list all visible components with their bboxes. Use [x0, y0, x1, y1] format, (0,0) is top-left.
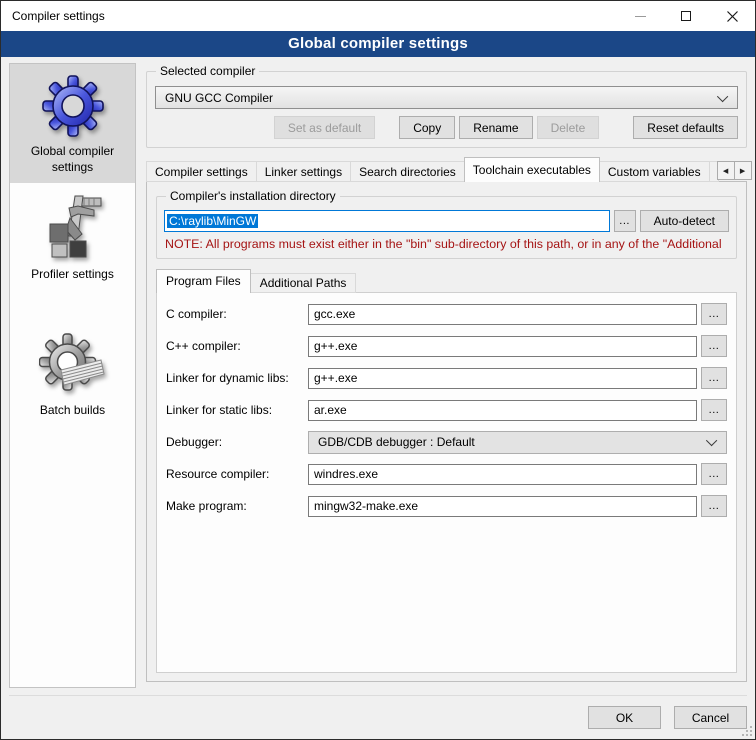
copy-button[interactable]: Copy	[399, 116, 455, 139]
compiler-select-value: GNU GCC Compiler	[165, 91, 273, 105]
program-files-tab-strip: Program Files Additional Paths	[156, 269, 737, 293]
toolchain-executables-page: Compiler's installation directory C:\ray…	[146, 181, 747, 682]
selected-compiler-group: Selected compiler GNU GCC Compiler Set a…	[146, 71, 747, 148]
installation-directory-input[interactable]: C:\raylib\MinGW	[164, 210, 610, 232]
sidebar-item-global-compiler-settings[interactable]: Global compiler settings	[10, 64, 135, 183]
tab-linker-settings[interactable]: Linker settings	[256, 161, 351, 182]
window-controls	[617, 1, 755, 31]
cpp-compiler-label: C++ compiler:	[166, 339, 308, 353]
chevron-down-icon	[706, 435, 717, 446]
make-program-label: Make program:	[166, 499, 308, 513]
installation-directory-browse-button[interactable]: ...	[614, 210, 636, 232]
dynamic-linker-row: Linker for dynamic libs: ...	[166, 367, 727, 389]
static-linker-browse-button[interactable]: ...	[701, 399, 727, 421]
bin-subdirectory-note: NOTE: All programs must exist either in …	[165, 237, 728, 251]
cpp-compiler-input[interactable]	[308, 336, 697, 357]
title-bar[interactable]: Compiler settings	[1, 1, 755, 31]
arrow-left-icon: ◀	[723, 167, 728, 175]
program-files-page: C compiler: ... C++ compiler: ... Linker…	[156, 292, 737, 673]
cpp-compiler-row: C++ compiler: ...	[166, 335, 727, 357]
sidebar-item-label: Batch builds	[40, 403, 105, 419]
make-program-input[interactable]	[308, 496, 697, 517]
ok-button[interactable]: OK	[588, 706, 661, 729]
chevron-down-icon	[717, 90, 728, 101]
resource-compiler-browse-button[interactable]: ...	[701, 463, 727, 485]
sidebar-item-label: Profiler settings	[31, 267, 114, 283]
dialog-body: Global compiler settings	[1, 57, 755, 695]
tab-scroll-left-button[interactable]: ◀	[717, 161, 735, 180]
maximize-button[interactable]	[663, 1, 709, 31]
tab-compiler-settings[interactable]: Compiler settings	[146, 161, 257, 182]
close-icon	[727, 11, 738, 22]
resource-compiler-label: Resource compiler:	[166, 467, 308, 481]
debugger-select-value: GDB/CDB debugger : Default	[318, 435, 475, 449]
resource-compiler-input[interactable]	[308, 464, 697, 485]
cpp-compiler-browse-button[interactable]: ...	[701, 335, 727, 357]
arrow-right-icon: ▶	[740, 167, 745, 175]
rename-button[interactable]: Rename	[459, 116, 532, 139]
selected-compiler-legend: Selected compiler	[156, 64, 259, 78]
cancel-button[interactable]: Cancel	[674, 706, 747, 729]
resize-grip[interactable]	[740, 724, 753, 737]
installation-directory-legend: Compiler's installation directory	[166, 189, 340, 203]
compiler-buttons-row: Set as default Copy Rename Delete Reset …	[155, 116, 738, 139]
c-compiler-browse-button[interactable]: ...	[701, 303, 727, 325]
close-button[interactable]	[709, 1, 755, 31]
installation-directory-row: C:\raylib\MinGW ... Auto-detect	[164, 210, 729, 232]
resource-compiler-row: Resource compiler: ...	[166, 463, 727, 485]
dynamic-linker-label: Linker for dynamic libs:	[166, 371, 308, 385]
set-as-default-button[interactable]: Set as default	[274, 116, 375, 139]
sidebar-item-profiler-settings[interactable]: Profiler settings	[10, 183, 135, 291]
page-title: Global compiler settings	[1, 31, 755, 57]
compiler-settings-dialog: Compiler settings Global compiler settin…	[0, 0, 756, 740]
minimize-button[interactable]	[617, 1, 663, 31]
debugger-row: Debugger: GDB/CDB debugger : Default	[166, 431, 727, 453]
static-linker-input[interactable]	[308, 400, 697, 421]
c-compiler-row: C compiler: ...	[166, 303, 727, 325]
tab-program-files[interactable]: Program Files	[156, 269, 251, 293]
tab-scroll-buttons: ◀ ▶	[718, 161, 752, 180]
settings-category-list: Global compiler settings	[9, 63, 136, 688]
tab-custom-variables[interactable]: Custom variables	[599, 161, 710, 182]
global-compiler-gear-icon	[40, 73, 106, 139]
make-program-row: Make program: ...	[166, 495, 727, 517]
sidebar-item-label: Global compiler settings	[14, 144, 131, 175]
installation-directory-group: Compiler's installation directory C:\ray…	[156, 196, 737, 259]
debugger-select[interactable]: GDB/CDB debugger : Default	[308, 431, 727, 454]
tab-search-directories[interactable]: Search directories	[350, 161, 465, 182]
tab-scroll-right-button[interactable]: ▶	[734, 161, 752, 180]
main-panel: Selected compiler GNU GCC Compiler Set a…	[146, 63, 747, 695]
profiler-caliper-icon	[42, 192, 104, 262]
window-title: Compiler settings	[12, 9, 105, 23]
dialog-footer: OK Cancel	[9, 695, 747, 739]
c-compiler-label: C compiler:	[166, 307, 308, 321]
delete-button[interactable]: Delete	[537, 116, 600, 139]
dynamic-linker-browse-button[interactable]: ...	[701, 367, 727, 389]
static-linker-label: Linker for static libs:	[166, 403, 308, 417]
tab-additional-paths[interactable]: Additional Paths	[250, 273, 357, 293]
sidebar-item-batch-builds[interactable]: Batch builds	[10, 323, 135, 427]
reset-defaults-button[interactable]: Reset defaults	[633, 116, 738, 139]
debugger-label: Debugger:	[166, 435, 308, 449]
auto-detect-button[interactable]: Auto-detect	[640, 210, 729, 232]
minimize-icon	[635, 16, 646, 17]
settings-tab-strip: Compiler settings Linker settings Search…	[146, 157, 747, 182]
maximize-icon	[681, 11, 691, 21]
dynamic-linker-input[interactable]	[308, 368, 697, 389]
static-linker-row: Linker for static libs: ...	[166, 399, 727, 421]
batch-builds-icon	[39, 332, 107, 398]
make-program-browse-button[interactable]: ...	[701, 495, 727, 517]
installation-directory-value: C:\raylib\MinGW	[167, 214, 258, 228]
c-compiler-input[interactable]	[308, 304, 697, 325]
compiler-select[interactable]: GNU GCC Compiler	[155, 86, 738, 109]
tab-toolchain-executables[interactable]: Toolchain executables	[464, 157, 600, 182]
